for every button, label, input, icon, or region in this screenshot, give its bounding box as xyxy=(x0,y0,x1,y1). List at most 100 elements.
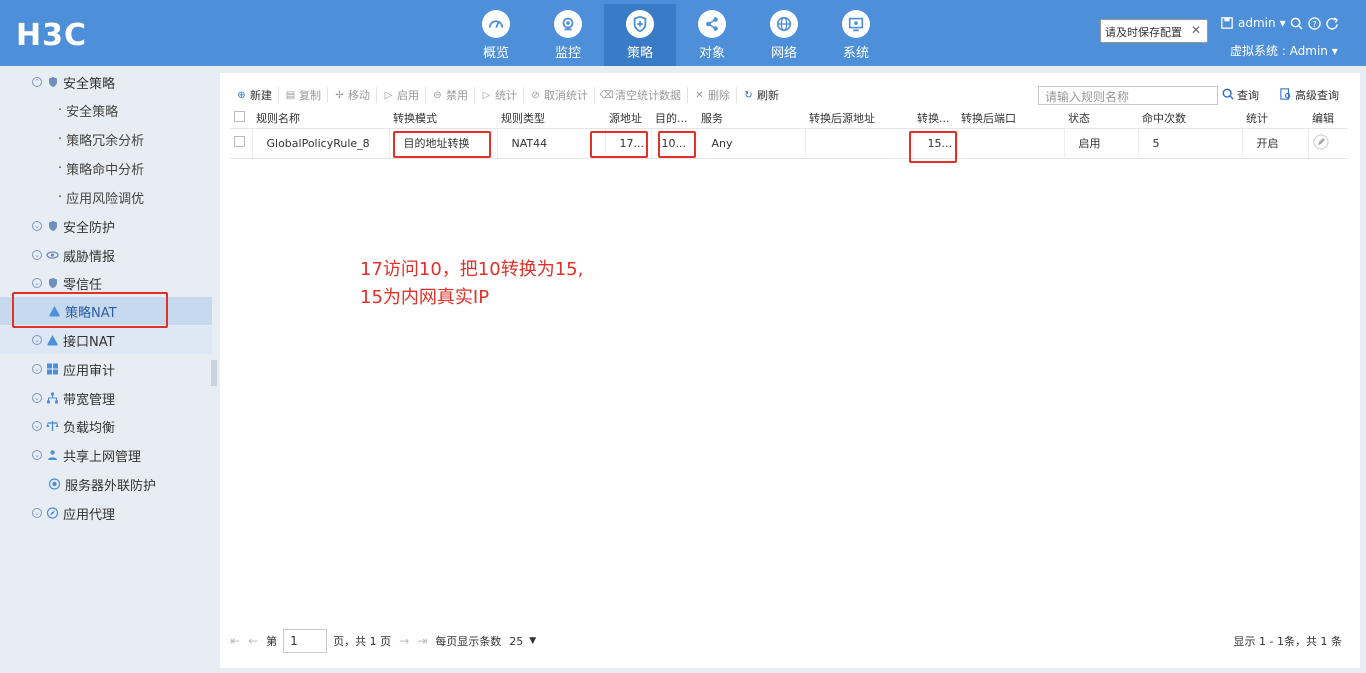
hierarchy-icon xyxy=(46,392,59,405)
sidebar-item-redundancy-analysis[interactable]: 策略冗余分析 xyxy=(0,125,212,153)
sidebar-group-app-proxy[interactable]: ⌄ 应用代理 xyxy=(0,499,212,527)
nav-object[interactable]: 对象 xyxy=(676,4,748,66)
search-input[interactable]: 请输入规则名称 xyxy=(1038,86,1218,105)
sidebar-group-threat-intel[interactable]: ⌄ 威胁情报 xyxy=(0,241,212,269)
column-header[interactable]: 转换模式 xyxy=(389,108,497,129)
expand-icon[interactable]: ⌄ xyxy=(32,393,42,403)
sidebar-group-security-protection[interactable]: ⌄ 安全防护 xyxy=(0,212,212,240)
target-icon xyxy=(48,478,61,491)
stats-button[interactable]: ▷ 统计 xyxy=(475,87,524,103)
logout-icon[interactable] xyxy=(1326,16,1340,30)
sidebar-group-interface-nat[interactable]: ⌄ 接口NAT xyxy=(0,326,212,354)
column-header[interactable]: 状态 xyxy=(1064,108,1138,129)
expand-icon[interactable]: ⌄ xyxy=(32,364,42,374)
nav-system[interactable]: 系统 xyxy=(820,4,892,66)
sidebar-collapse-handle[interactable] xyxy=(211,360,217,386)
advanced-search-button[interactable]: 高级查询 xyxy=(1280,87,1339,103)
virtual-system-selector[interactable]: 虚拟系统 : Admin ▾ xyxy=(1230,42,1338,59)
new-button[interactable]: ⊕ 新建 xyxy=(230,87,279,103)
stats-cell: 开启 xyxy=(1242,128,1309,159)
shield-icon xyxy=(46,220,59,233)
play-icon: ▷ xyxy=(482,89,491,101)
user-menu[interactable]: admin xyxy=(1238,16,1276,30)
clear-stats-button[interactable]: ⌫ 清空统计数据 xyxy=(595,87,688,103)
nav-network[interactable]: 网络 xyxy=(748,4,820,66)
camera-icon xyxy=(554,10,582,38)
disable-button[interactable]: ⊖ 禁用 xyxy=(426,87,475,103)
share-icon xyxy=(698,10,726,38)
select-all-checkbox[interactable] xyxy=(234,110,245,122)
compass-icon xyxy=(46,507,59,520)
sidebar-group-security-policy[interactable]: ⌃ 安全策略 xyxy=(0,68,212,96)
globe-icon xyxy=(770,10,798,38)
column-header[interactable]: 规则名称 xyxy=(252,108,389,129)
edit-icon[interactable] xyxy=(1313,134,1329,153)
enable-button[interactable]: ▷ 启用 xyxy=(377,87,426,103)
cancel-stats-button[interactable]: ⊘ 取消统计 xyxy=(524,87,595,103)
h3c-logo: H3C xyxy=(16,18,87,53)
sidebar-item-risk-tuning[interactable]: 应用风险调优 xyxy=(0,183,212,211)
sidebar-group-load-balance[interactable]: ⌄ 负载均衡 xyxy=(0,412,212,440)
expand-icon[interactable]: ⌄ xyxy=(32,250,42,260)
sidebar-item-security-policy[interactable]: 安全策略 xyxy=(0,96,212,124)
nav-overview[interactable]: 概览 xyxy=(460,4,532,66)
nav-policy[interactable]: 策略 xyxy=(604,4,676,66)
nav-monitor[interactable]: 监控 xyxy=(532,4,604,66)
row-checkbox[interactable] xyxy=(234,136,245,147)
expand-icon[interactable]: ⌄ xyxy=(32,278,42,288)
caret-down-icon[interactable]: ▼ xyxy=(529,636,536,646)
next-page-icon[interactable]: → xyxy=(399,634,409,648)
refresh-button[interactable]: ↻ 刷新 xyxy=(737,87,785,103)
copy-icon: ▤ xyxy=(285,89,296,101)
move-button[interactable]: ✢ 移动 xyxy=(328,87,377,103)
expand-icon[interactable]: ⌄ xyxy=(32,421,42,431)
column-header[interactable]: 编辑 xyxy=(1308,108,1348,129)
move-icon: ✢ xyxy=(335,89,344,101)
column-header[interactable]: 转换后端口 xyxy=(957,108,1064,129)
help-icon[interactable]: ? xyxy=(1308,16,1322,30)
delete-button[interactable]: ✕ 删除 xyxy=(688,87,737,103)
close-icon[interactable]: ✕ xyxy=(1191,23,1201,37)
search-icon[interactable] xyxy=(1290,16,1304,30)
expand-icon[interactable]: ⌄ xyxy=(32,450,42,460)
column-header[interactable]: 统计 xyxy=(1242,108,1308,129)
monitor-icon xyxy=(842,10,870,38)
highlight-box xyxy=(393,131,491,158)
copy-button[interactable]: ▤ 复制 xyxy=(279,87,328,103)
collapse-icon[interactable]: ⌃ xyxy=(32,77,42,87)
caret-down-icon: ▾ xyxy=(1331,44,1338,58)
sidebar-group-bandwidth[interactable]: ⌄ 带宽管理 xyxy=(0,384,212,412)
save-icon[interactable] xyxy=(1220,16,1234,30)
column-header[interactable]: 规则类型 xyxy=(497,108,605,129)
column-header[interactable]: 目的... xyxy=(651,108,697,129)
first-page-icon[interactable]: ⇤ xyxy=(230,634,240,648)
prev-page-icon[interactable]: ← xyxy=(248,634,258,648)
column-header[interactable]: 转换... xyxy=(913,108,957,129)
eraser-icon: ⌫ xyxy=(599,89,614,101)
main-panel: ⊕ 新建 ▤ 复制 ✢ 移动 ▷ 启用 ⊖ 禁用 ▷ 统计 ⊘ 取消统计 ⌫ 清空统计数据 ✕ 删… xyxy=(220,73,1360,668)
last-page-icon[interactable]: ⇥ xyxy=(417,634,427,648)
caret-down-icon[interactable]: ▾ xyxy=(1280,16,1286,30)
expand-icon[interactable]: ⌄ xyxy=(32,221,42,231)
per-page-select[interactable]: 25 xyxy=(509,635,523,648)
page-number-input[interactable]: 1 xyxy=(283,629,328,653)
ban-icon: ⊘ xyxy=(531,89,540,101)
sidebar-item-server-outbound-protection[interactable]: 服务器外联防护 xyxy=(0,470,212,498)
expand-icon[interactable]: ⌄ xyxy=(32,335,42,345)
plus-circle-icon: ⊕ xyxy=(237,89,246,101)
grid-icon xyxy=(46,363,59,376)
column-header[interactable]: 转换后源地址 xyxy=(805,108,913,129)
sidebar-group-shared-internet[interactable]: ⌄ 共享上网管理 xyxy=(0,441,212,469)
search-button[interactable]: 查询 xyxy=(1222,87,1259,103)
column-header[interactable]: 命中次数 xyxy=(1138,108,1242,129)
type-cell: NAT44 xyxy=(497,128,606,159)
column-header[interactable]: 服务 xyxy=(697,108,805,129)
column-header[interactable]: 源地址 xyxy=(605,108,651,129)
trans-src-cell xyxy=(805,128,914,159)
table-header-row: 规则名称 转换模式 规则类型 源地址 目的... 服务 转换后源地址 转换...… xyxy=(230,108,1348,129)
sidebar-item-hit-analysis[interactable]: 策略命中分析 xyxy=(0,154,212,182)
scale-icon xyxy=(46,420,59,433)
sidebar-group-app-audit[interactable]: ⌄ 应用审计 xyxy=(0,355,212,383)
expand-icon[interactable]: ⌄ xyxy=(32,508,42,518)
service-cell: Any xyxy=(697,128,806,159)
